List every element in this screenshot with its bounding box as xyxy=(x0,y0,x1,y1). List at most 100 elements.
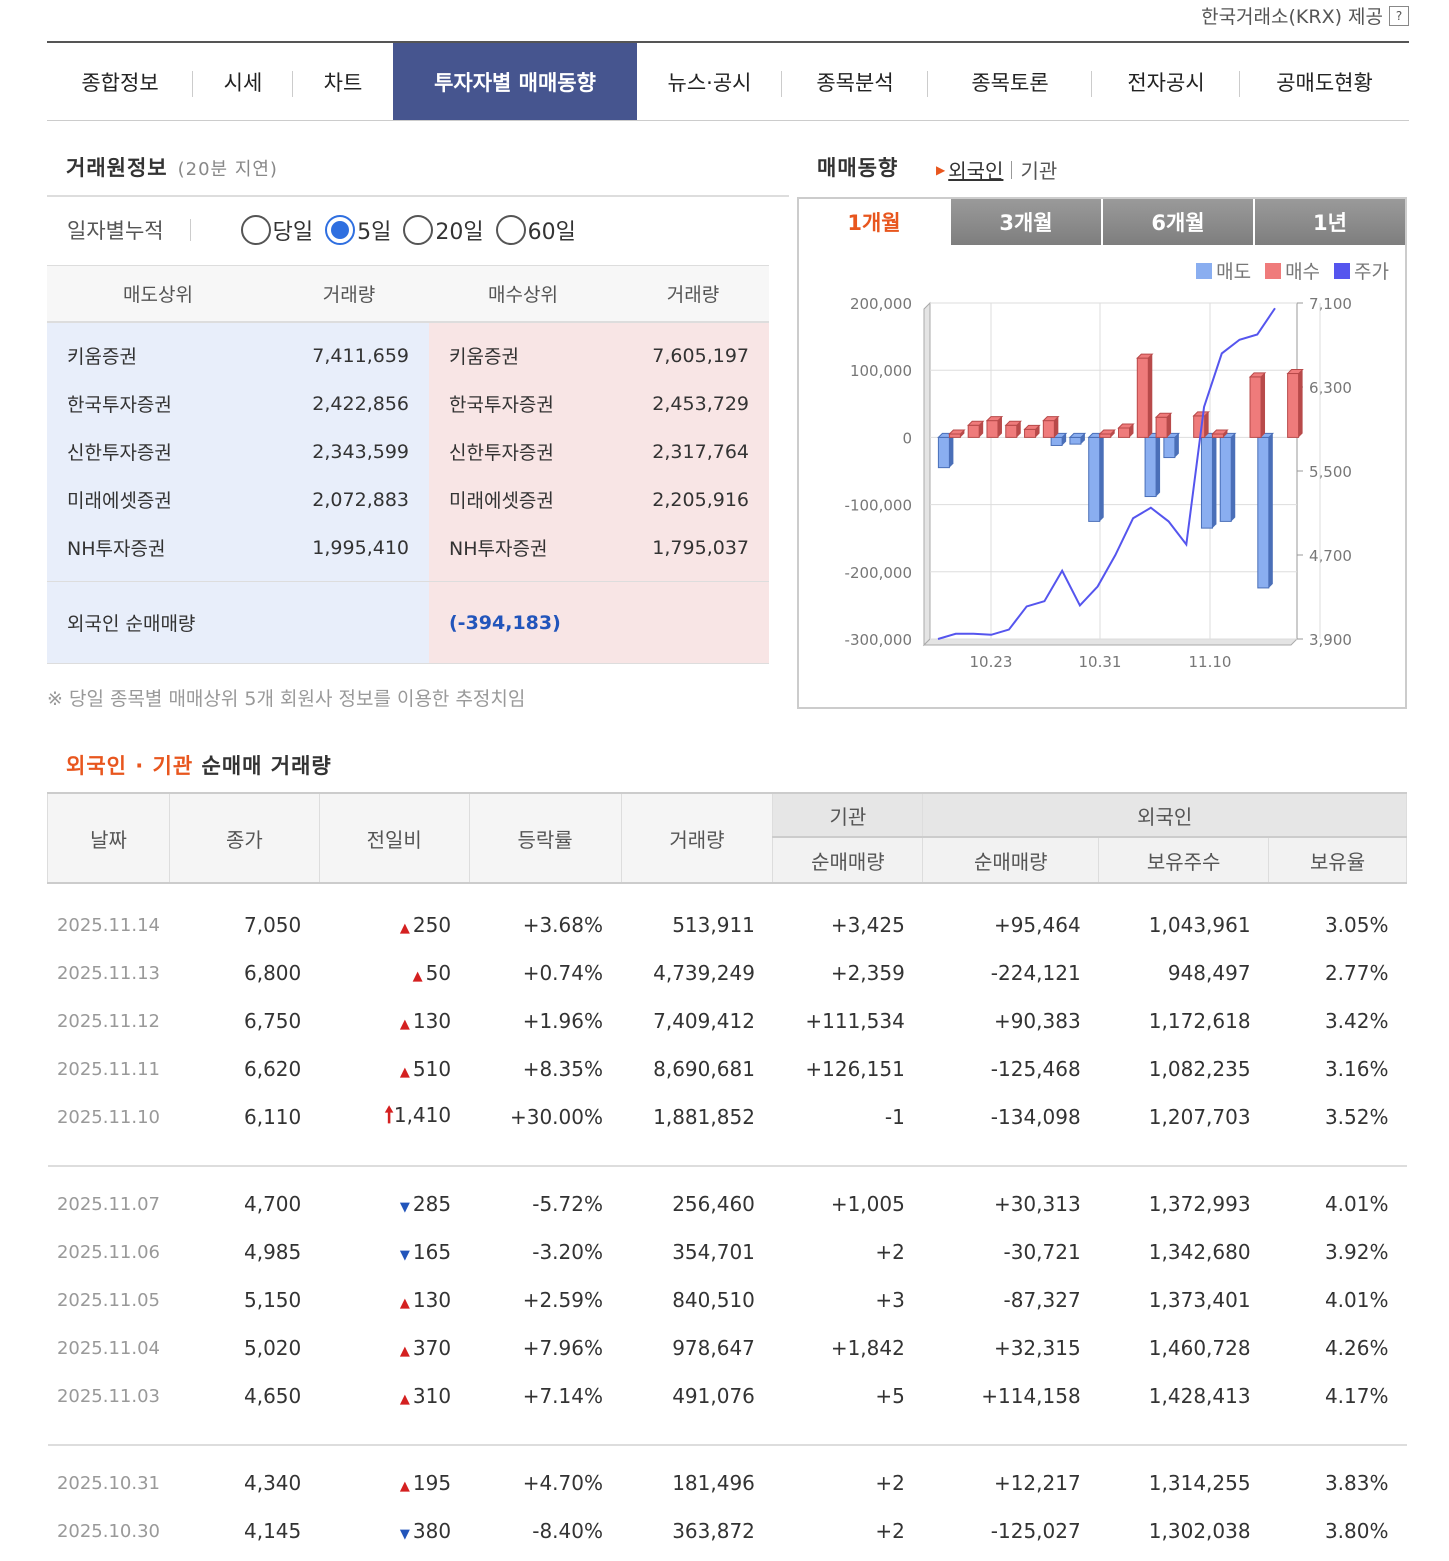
right-axis-tick: 4,700 xyxy=(1309,547,1352,565)
chart-tab-1m[interactable]: 1개월 xyxy=(799,199,949,245)
sell-broker-name: 미래에셋증권 xyxy=(47,475,269,524)
left-axis-tick: 0 xyxy=(902,429,912,447)
foreign-link[interactable]: 외국인 xyxy=(948,155,1003,184)
row-close: 4,985 xyxy=(244,1240,302,1264)
up-triangle-icon: ▲ xyxy=(399,1017,410,1032)
header-sell-volume: 거래량 xyxy=(269,265,429,323)
buy-bar xyxy=(1024,428,1037,438)
row-holdings: 1,207,703 xyxy=(1148,1105,1251,1129)
table-row: 2025.11.03 4,650 ▲ 310 +7.14% 491,076 +5 … xyxy=(48,1372,1407,1420)
tab-investor-trend[interactable]: 투자자별 매매동향 xyxy=(393,43,637,120)
row-ratio: 3.83% xyxy=(1324,1471,1389,1495)
plot-area xyxy=(929,302,1298,640)
row-date: 2025.11.11 xyxy=(56,1058,160,1080)
row-volume: 840,510 xyxy=(672,1288,755,1312)
row-foreign-net: +30,313 xyxy=(993,1192,1081,1216)
buy-broker-name: 한국투자증권 xyxy=(429,379,617,428)
row-close: 4,145 xyxy=(244,1519,302,1543)
period-radio-today[interactable]: 당일 xyxy=(240,214,313,246)
down-triangle-icon: ▼ xyxy=(399,1527,410,1542)
row-volume: 363,872 xyxy=(672,1519,755,1543)
table-row: 2025.10.30 4,145 ▼ 380 -8.40% 363,872 +2 … xyxy=(48,1507,1407,1555)
plot-floor xyxy=(922,638,1299,646)
row-holdings: 1,342,680 xyxy=(1148,1240,1251,1264)
row-rate: +4.70% xyxy=(522,1471,603,1495)
row-foreign-net: +95,464 xyxy=(993,913,1081,937)
buy-broker-volume: 2,453,729 xyxy=(617,379,769,428)
buy-broker-name: 키움증권 xyxy=(429,331,617,380)
row-inst-net: +1,005 xyxy=(830,1192,905,1216)
sell-bar xyxy=(1163,436,1176,459)
tab-short-selling[interactable]: 공매도현황 xyxy=(1240,43,1409,120)
row-rate: +30.00% xyxy=(509,1105,603,1129)
right-axis-tick: 7,100 xyxy=(1309,295,1352,313)
sell-bar-side xyxy=(1231,433,1236,522)
help-icon[interactable]: ? xyxy=(1389,5,1409,26)
period-radio-60d[interactable]: 60일 xyxy=(495,214,576,246)
up-triangle-icon: ▲ xyxy=(412,969,423,984)
header-institution: 기관 xyxy=(772,792,924,838)
row-foreign-net: -125,027 xyxy=(990,1519,1081,1543)
chart-tab-3m[interactable]: 3개월 xyxy=(949,199,1101,245)
x-axis-tick: 10.31 xyxy=(1079,653,1122,671)
table-row: 2025.11.13 6,800 ▲ 50 +0.74% 4,739,249 +2… xyxy=(48,949,1407,997)
period-radio-5d[interactable]: 5일 xyxy=(325,214,391,246)
row-inst-net: -1 xyxy=(884,1105,905,1129)
sell-bar-side xyxy=(1099,433,1104,522)
sell-broker-volume: 2,422,856 xyxy=(269,379,429,428)
sell-bar xyxy=(1144,436,1157,498)
up-triangle-icon: ▲ xyxy=(399,1479,410,1494)
row-change: ▼ 380 xyxy=(399,1519,452,1543)
right-axis-tick: 5,500 xyxy=(1309,463,1352,481)
row-volume: 181,496 xyxy=(672,1471,755,1495)
period-radio-20d[interactable]: 20일 xyxy=(403,214,484,246)
row-inst-net: +126,151 xyxy=(805,1057,905,1081)
row-date: 2025.11.03 xyxy=(56,1385,160,1407)
tab-discussion[interactable]: 종목토론 xyxy=(928,43,1092,120)
row-ratio: 3.52% xyxy=(1324,1105,1389,1129)
row-rate: -5.72% xyxy=(532,1192,603,1216)
left-axis-tick: 100,000 xyxy=(850,362,912,380)
row-change: ▲ 310 xyxy=(399,1384,452,1408)
row-volume: 513,911 xyxy=(672,913,755,937)
buy-bar xyxy=(986,420,999,438)
buy-bar-side xyxy=(1261,372,1266,438)
chart-tab-6m[interactable]: 6개월 xyxy=(1101,199,1253,245)
institution-link[interactable]: 기관 xyxy=(1020,155,1057,184)
row-close: 6,110 xyxy=(244,1105,302,1129)
tab-analysis[interactable]: 종목분석 xyxy=(782,43,928,120)
row-change: ▼ 285 xyxy=(399,1192,452,1216)
up-triangle-icon: ▲ xyxy=(399,1296,410,1311)
tab-news[interactable]: 뉴스·공시 xyxy=(637,43,782,120)
row-close: 6,750 xyxy=(244,1009,302,1033)
sell-bar-side xyxy=(1156,433,1161,497)
tab-disclosure[interactable]: 전자공시 xyxy=(1092,43,1240,120)
chart-tab-1y[interactable]: 1년 xyxy=(1253,199,1405,245)
trend-chart: 200,000 100,000 0 -100,000 -200,000 -300,000 7… xyxy=(845,295,1352,671)
tab-chart[interactable]: 차트 xyxy=(293,43,393,120)
header-ratio: 보유율 xyxy=(1268,836,1407,884)
row-ratio: 4.01% xyxy=(1324,1192,1389,1216)
row-volume: 1,881,852 xyxy=(653,1105,755,1129)
row-holdings: 1,373,401 xyxy=(1148,1288,1251,1312)
row-rate: -8.40% xyxy=(532,1519,603,1543)
tab-overview[interactable]: 종합정보 xyxy=(47,43,193,120)
left-axis-tick: 200,000 xyxy=(850,295,912,313)
left-axis-tick: -200,000 xyxy=(845,564,912,582)
row-inst-net: +5 xyxy=(875,1384,905,1408)
sell-bar xyxy=(1088,436,1101,522)
tab-price[interactable]: 시세 xyxy=(193,43,293,120)
legend-sell: 매도 xyxy=(1196,257,1251,284)
row-change: ▲ 195 xyxy=(399,1471,452,1495)
legend-buy-swatch xyxy=(1265,262,1282,279)
broker-info-title: 거래원정보 (20분 지연) xyxy=(66,156,278,180)
row-inst-net: +2 xyxy=(875,1240,905,1264)
sell-broker-volume: 1,995,410 xyxy=(269,523,429,572)
row-change: ▲ 250 xyxy=(399,913,452,937)
row-rate: +1.96% xyxy=(522,1009,603,1033)
sell-broker-name: NH투자증권 xyxy=(47,523,269,572)
row-change: ▼ 165 xyxy=(399,1240,452,1264)
row-close: 6,800 xyxy=(244,961,302,985)
row-foreign-net: -134,098 xyxy=(990,1105,1081,1129)
row-holdings: 948,497 xyxy=(1167,961,1251,985)
